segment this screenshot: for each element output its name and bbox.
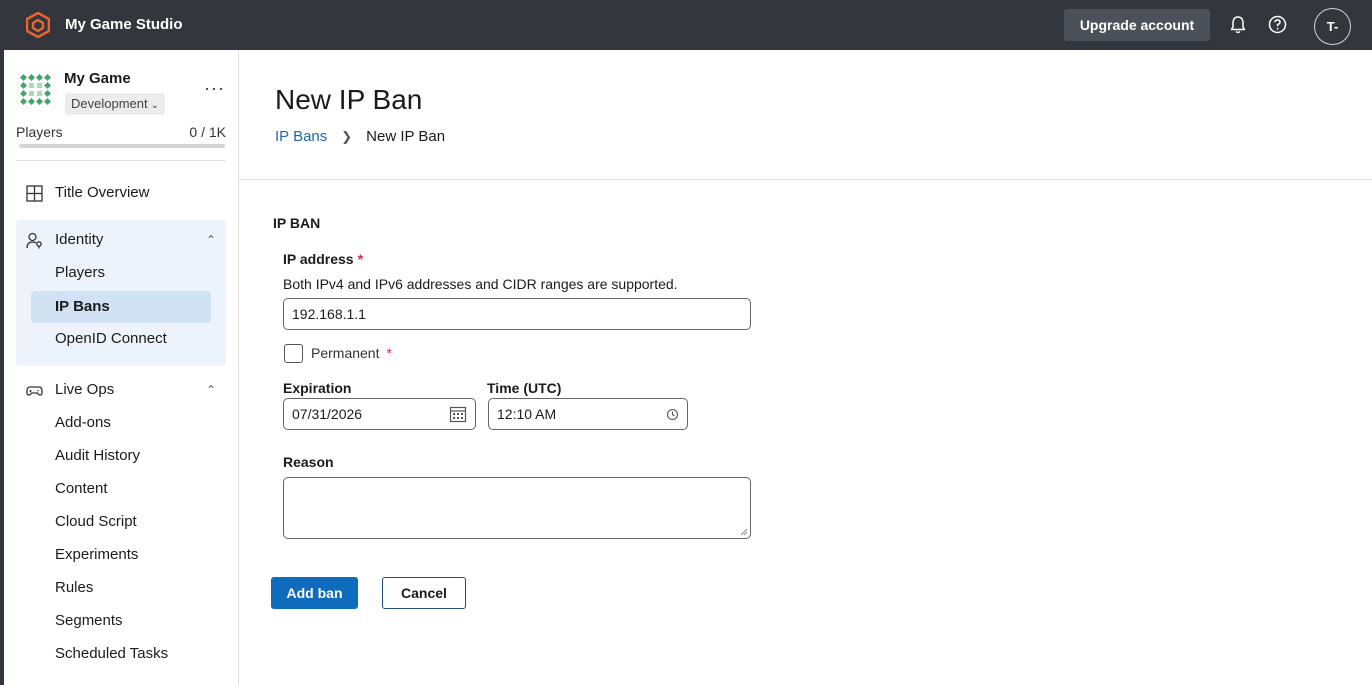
sidebar-group-live-ops[interactable]: Live Ops ⌃ [16,374,226,406]
breadcrumb: IP Bans ❯ New IP Ban [275,128,445,145]
game-icon [20,74,52,106]
add-ban-button[interactable]: Add ban [271,577,358,609]
studio-name[interactable]: My Game Studio [65,16,183,33]
expiration-value: 07/31/2026 [292,406,363,422]
sidebar-item-label: Title Overview [55,184,150,201]
breadcrumb-current: New IP Ban [366,128,446,145]
reason-textarea[interactable] [283,477,751,539]
identity-icon [26,232,42,249]
permanent-label: Permanent * [311,345,392,361]
page-title: New IP Ban [275,84,423,115]
sidebar-item-rules[interactable]: Rules [31,572,211,604]
players-count: 0 / 1K [189,124,226,140]
sidebar-item-add-ons[interactable]: Add-ons [31,407,211,439]
ip-address-label-text: IP address [283,251,354,267]
main-content: New IP Ban IP Bans ❯ New IP Ban IP BAN IP … [239,50,1372,685]
sidebar-item-content[interactable]: Content [31,473,211,505]
sidebar-group-label: Identity [55,231,104,248]
sidebar: My Game Development ⌄ ··· Players 0 / 1K … [4,50,239,685]
players-label: Players [16,124,63,140]
sidebar-item-experiments[interactable]: Experiments [31,539,211,571]
chevron-down-icon: ⌄ [150,100,159,111]
help-icon[interactable] [1268,15,1287,34]
game-name[interactable]: My Game [64,70,131,87]
expiration-date-input[interactable]: 07/31/2026 [283,398,476,430]
resize-handle-icon[interactable] [740,528,748,536]
environment-dropdown[interactable]: Development ⌄ [65,93,165,115]
section-title: IP BAN [273,215,321,231]
cancel-button[interactable]: Cancel [382,577,466,609]
sidebar-item-title-overview[interactable]: Title Overview [16,177,226,209]
sidebar-item-cloud-script[interactable]: Cloud Script [31,506,211,538]
ip-address-label: IP address * [283,251,363,267]
breadcrumb-link-ip-bans[interactable]: IP Bans [275,128,327,145]
chevron-up-icon: ⌃ [205,233,216,247]
ip-address-value: 192.168.1.1 [292,306,366,322]
user-avatar[interactable]: T- [1314,8,1351,45]
header-divider [239,179,1372,180]
studio-logo-icon[interactable] [26,12,50,38]
gamepad-icon [26,386,43,396]
permanent-checkbox[interactable] [284,344,303,363]
sidebar-item-players[interactable]: Players [31,257,211,289]
bell-icon[interactable] [1229,15,1247,35]
time-label: Time (UTC) [487,380,562,396]
sidebar-item-ip-bans[interactable]: IP Bans [31,291,211,323]
ip-address-input[interactable]: 192.168.1.1 [283,298,751,330]
upgrade-account-button[interactable]: Upgrade account [1064,9,1210,41]
reason-label: Reason [283,454,334,470]
sidebar-item-scheduled-tasks[interactable]: Scheduled Tasks [31,638,211,670]
grid-icon [26,185,43,202]
ip-address-help: Both IPv4 and IPv6 addresses and CIDR ra… [283,276,678,292]
top-bar: My Game Studio Upgrade account T- [0,0,1372,50]
calendar-icon[interactable] [449,405,467,423]
more-options-icon[interactable]: ··· [204,78,225,99]
chevron-right-icon: ❯ [341,129,353,144]
sidebar-item-audit-history[interactable]: Audit History [31,440,211,472]
sidebar-group-label: Live Ops [55,381,115,398]
required-marker: * [357,251,364,267]
chevron-up-icon: ⌃ [205,383,216,397]
permanent-label-text: Permanent [311,345,380,361]
clock-icon[interactable] [666,408,679,421]
sidebar-divider [16,160,226,161]
environment-label: Development [71,96,148,111]
sidebar-group-identity[interactable]: Identity ⌃ [16,224,226,256]
expiration-label: Expiration [283,380,352,396]
time-input[interactable]: 12:10 AM [488,398,688,430]
players-progress-bar [19,144,225,148]
time-value: 12:10 AM [497,406,557,422]
sidebar-item-segments[interactable]: Segments [31,605,211,637]
sidebar-item-openid-connect[interactable]: OpenID Connect [31,323,211,355]
required-marker: * [386,345,392,361]
